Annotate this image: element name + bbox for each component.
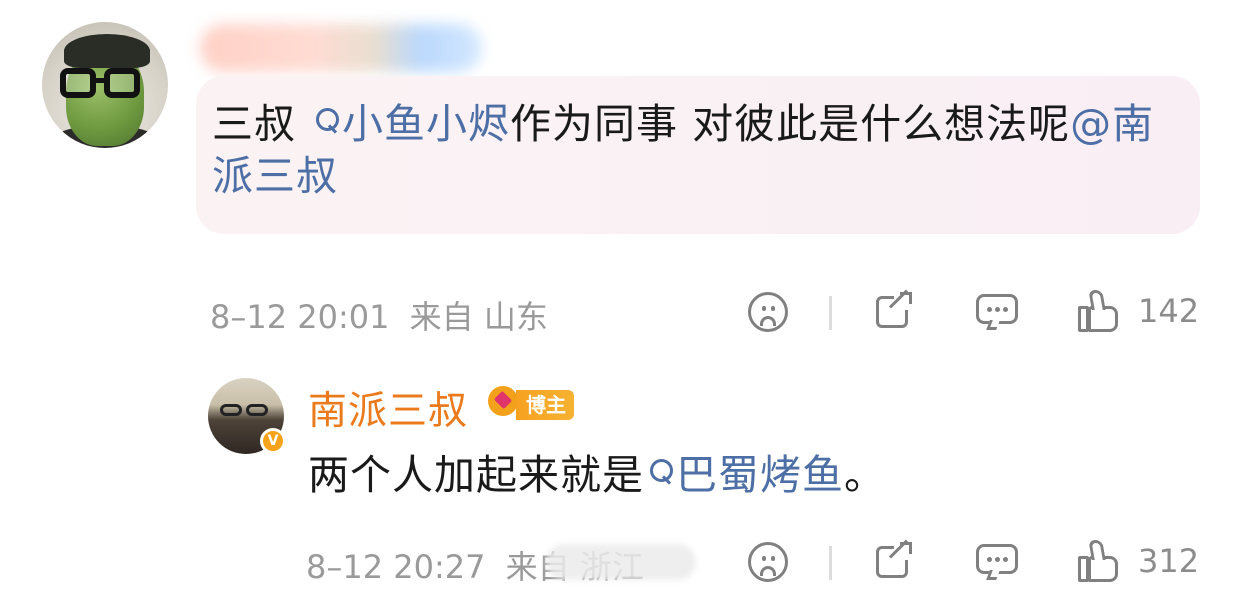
author-name[interactable]: 南派三叔 bbox=[308, 380, 468, 436]
comment-location: 来自 山东 bbox=[409, 298, 548, 336]
sad-face-icon[interactable] bbox=[748, 542, 788, 582]
commenter-avatar[interactable] bbox=[42, 22, 168, 148]
share-icon[interactable] bbox=[874, 539, 914, 580]
like-count: 312 bbox=[1138, 542, 1200, 580]
topic-link[interactable]: 巴蜀烤鱼 bbox=[644, 451, 844, 499]
comment-icon[interactable] bbox=[976, 542, 1018, 582]
verified-badge-icon: V bbox=[260, 428, 286, 454]
comment-text: 三叔 小鱼小烬作为同事 对彼此是什么想法呢@南派三叔 bbox=[212, 98, 1192, 202]
crown-icon bbox=[486, 384, 520, 420]
comment-meta: 8–12 20:01 来自 山东 bbox=[210, 292, 548, 338]
watermark-overlay bbox=[546, 544, 696, 580]
thumbs-up-icon[interactable] bbox=[1078, 290, 1120, 332]
reply-date: 8–12 20:27 bbox=[306, 548, 486, 586]
search-topic-icon bbox=[310, 104, 340, 134]
sad-face-icon[interactable] bbox=[748, 292, 788, 332]
like-count: 142 bbox=[1138, 292, 1200, 330]
commenter-name-blurred[interactable] bbox=[200, 24, 482, 72]
comment-date: 8–12 20:01 bbox=[210, 298, 390, 336]
comment-text-body: 作为同事 对彼此是什么想法呢 bbox=[510, 100, 1071, 148]
action-divider bbox=[829, 546, 832, 580]
topic-link[interactable]: 小鱼小烬 bbox=[310, 100, 510, 148]
reply-text-prefix: 两个人加起来就是 bbox=[308, 451, 644, 499]
comment-text-prefix: 三叔 bbox=[212, 100, 311, 148]
action-divider bbox=[829, 296, 832, 330]
blogger-tag: 博主 bbox=[516, 390, 574, 420]
thumbs-up-icon[interactable] bbox=[1078, 540, 1120, 582]
reply-text: 两个人加起来就是 巴蜀烤鱼。 bbox=[308, 448, 886, 502]
search-topic-icon bbox=[644, 455, 674, 485]
reply-text-suffix: 。 bbox=[844, 451, 886, 499]
share-icon[interactable] bbox=[874, 289, 914, 330]
comment-icon[interactable] bbox=[976, 292, 1018, 332]
